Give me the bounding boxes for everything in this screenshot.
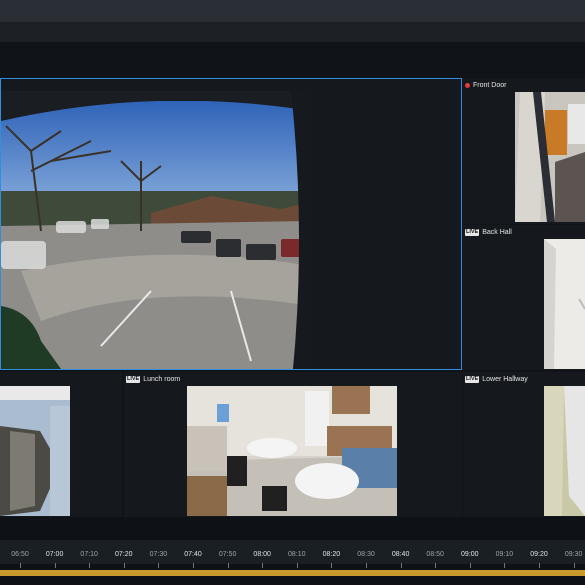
recording-dot-icon [465,82,470,88]
camera-name-lower-hallway: Lower Hallway [482,375,528,383]
timeline-tick-label[interactable]: 07:20 [115,551,133,558]
camera-name-front-door: Front Door [473,81,507,89]
timeline-tick-mark [539,563,540,568]
timeline-tick-mark [89,563,91,568]
timeline-tick-mark [400,563,402,568]
timeline-tick-mark [227,563,229,568]
timeline-tick-label[interactable]: 09:10 [496,551,514,558]
toolbar-spacer [0,42,585,78]
timeline-tick-label[interactable]: 07:30 [150,551,168,558]
camera-tile-parking[interactable] [0,78,462,370]
camera-tile-back-hall[interactable]: LIVE Back Hall [463,225,585,370]
timeline-tick-mark [123,563,125,568]
timeline-tick-mark [262,563,264,568]
live-badge: LIVE [465,228,480,236]
camera-tile-front-door[interactable]: Front Door [463,78,585,224]
timeline-tick-label[interactable]: 08:00 [253,551,271,558]
toolbar [0,22,585,42]
live-badge: LIVE [465,375,480,383]
camera-feed-parking[interactable] [1,91,311,369]
timeline-tick-label[interactable]: 08:50 [426,551,444,558]
timeline-tick-label[interactable]: 07:40 [184,551,202,558]
timeline-tick-mark [573,563,575,568]
timeline-tick-label[interactable]: 07:10 [80,551,98,558]
camera-name-lunch-room: Lunch room [143,375,181,383]
camera-feed-left[interactable] [0,386,70,516]
camera-feed-front-door[interactable] [515,92,585,222]
timeline-tick-label[interactable]: 07:50 [219,551,237,558]
timeline-tick-label[interactable]: 09:00 [461,551,479,558]
timeline-tick-mark [504,563,506,568]
timeline-tick-mark [20,563,21,568]
camera-tile-lunch-room[interactable]: LIVE Lunch room [124,372,462,518]
timeline-tick-label[interactable]: 08:20 [323,551,341,558]
timeline-tick-label[interactable]: 08:10 [288,551,306,558]
camera-feed-lunch-room[interactable] [187,386,397,516]
timeline-tick-label[interactable]: 08:40 [392,551,410,558]
timeline-tick-label[interactable]: 09:30 [565,551,583,558]
camera-label-lunch-room: LIVE Lunch room [126,373,180,385]
timeline-tick-mark [158,563,160,568]
timeline-tick-label[interactable]: 06:50 [11,551,29,558]
camera-label-front-door: Front Door [465,79,506,91]
timeline-tick-mark [435,563,437,568]
camera-feed-lower-hallway[interactable] [544,386,585,516]
timeline-tick-mark [331,563,333,568]
camera-label-back-hall: LIVE Back Hall [465,226,512,238]
title-bar [0,0,585,22]
camera-tile-lower-hallway[interactable]: LIVE Lower Hallway [463,372,585,518]
timeline-tick-mark [54,563,56,568]
camera-tile-left[interactable] [0,372,122,518]
timeline-tick-label[interactable]: 08:30 [357,551,375,558]
timeline-tick-mark [366,563,367,568]
timeline-tick-label[interactable]: 07:00 [46,551,64,558]
live-badge: LIVE [126,375,141,383]
timeline-footer [0,576,585,585]
timeline-tick-mark [296,563,298,568]
camera-label-lower-hallway: LIVE Lower Hallway [465,373,528,385]
timeline-tick-mark [193,563,194,568]
timeline-tick-mark [469,563,471,568]
camera-name-back-hall: Back Hall [482,228,512,236]
timeline-tick-label[interactable]: 09:20 [530,551,548,558]
camera-feed-back-hall[interactable] [544,239,585,369]
